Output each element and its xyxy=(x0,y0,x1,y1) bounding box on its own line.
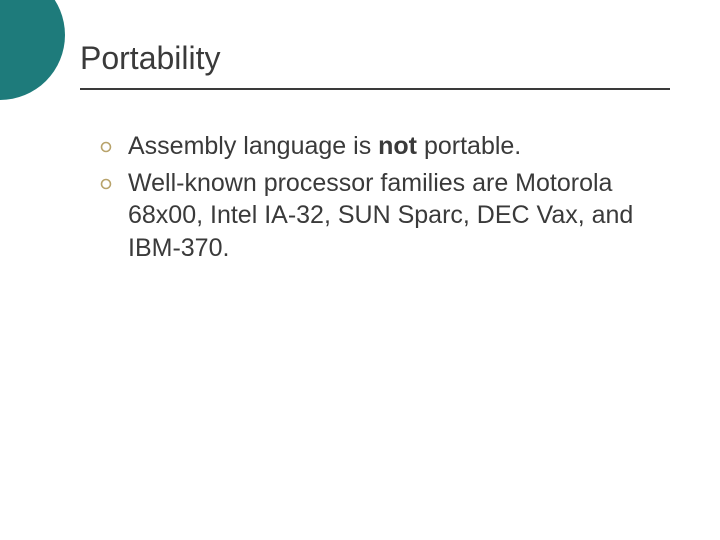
list-item: Well-known processor families are Motoro… xyxy=(100,167,680,265)
bullet-bold: not xyxy=(378,132,417,160)
bullet-text: Well-known processor families are Motoro… xyxy=(128,167,680,265)
bullet-text: Assembly language is not portable. xyxy=(128,130,680,163)
ring-bullet-icon xyxy=(100,130,128,153)
decorative-circle xyxy=(0,0,65,100)
title-underline xyxy=(80,88,670,90)
slide-title: Portability xyxy=(80,40,221,77)
slide-content: Assembly language is not portable. Well-… xyxy=(100,130,680,268)
ring-bullet-icon xyxy=(100,167,128,190)
bullet-suffix: portable. xyxy=(417,132,521,160)
list-item: Assembly language is not portable. xyxy=(100,130,680,163)
bullet-prefix: Assembly language is xyxy=(128,132,378,160)
